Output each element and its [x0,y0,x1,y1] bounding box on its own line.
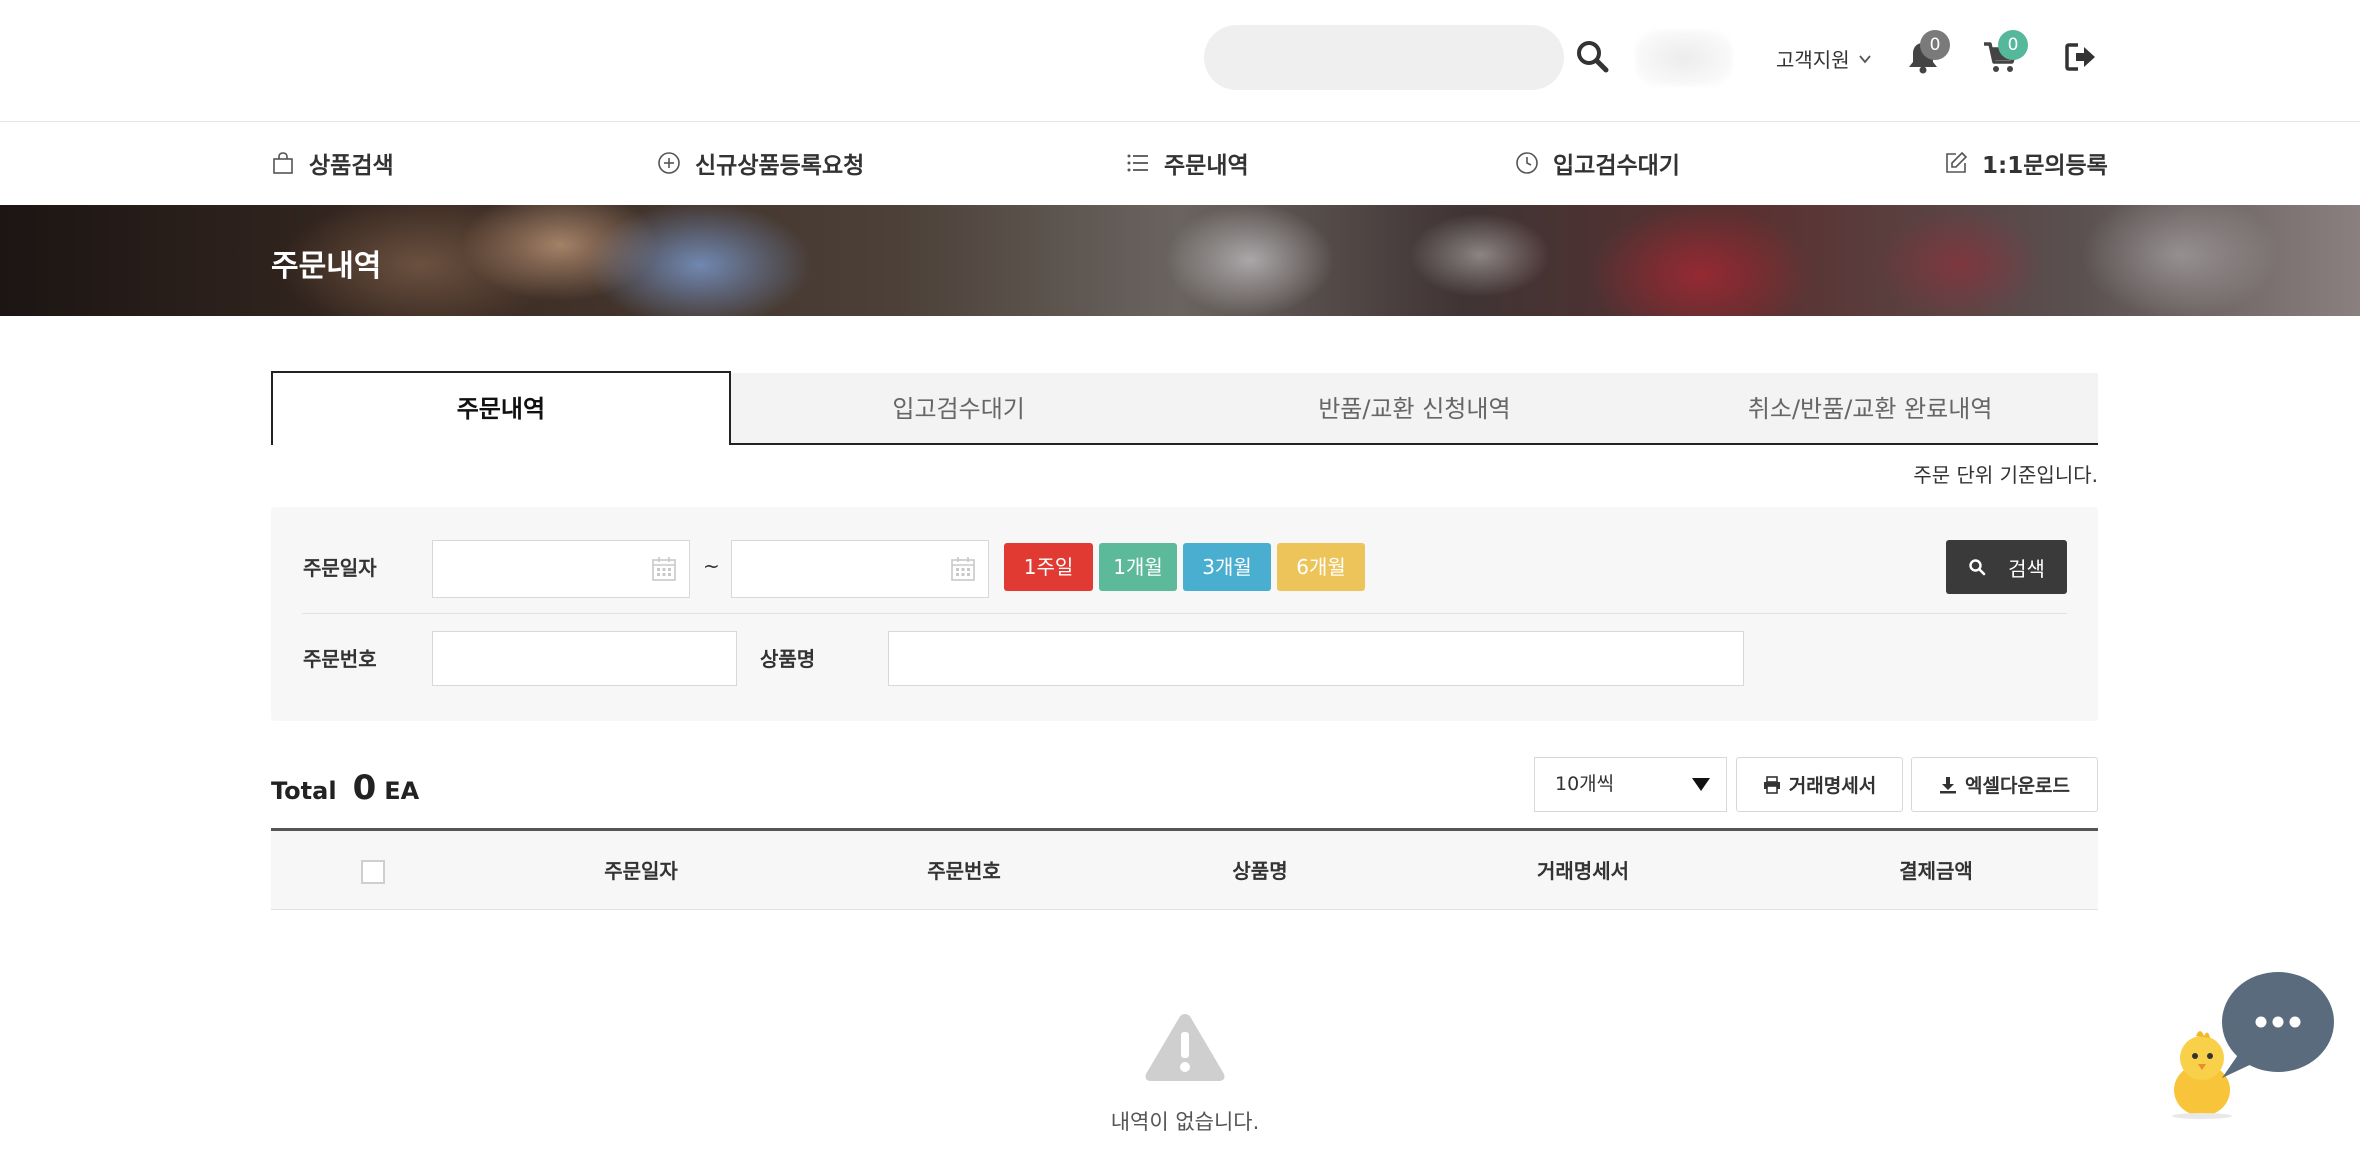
date-range-separator: ~ [703,554,720,578]
nav-label: 1:1문의등록 [1982,153,2108,179]
column-order-date: 주문일자 [604,859,678,883]
main-nav: 상품검색 신규상품등록요청 주문내역 입고검수대기 1:1문의등록 [0,122,2360,204]
edit-icon [1946,151,1968,173]
top-header: 고객지원 0 0 [0,0,2360,122]
nav-inspection-pending[interactable]: 입고검수대기 [1515,146,1680,180]
column-payment-amount: 결제금액 [1899,859,1973,883]
search-input[interactable] [1204,25,1564,90]
list-icon [1127,154,1148,172]
column-order-number: 주문번호 [927,859,1001,883]
nav-label: 상품검색 [309,153,394,179]
select-all-checkbox[interactable] [361,860,385,884]
order-number-label: 주문번호 [303,647,377,671]
plus-circle-icon [658,152,680,174]
total-unit: EA [384,777,420,805]
statement-print-button[interactable]: 거래명세서 [1736,757,1903,812]
total-count: 0 [352,768,377,808]
product-name-label: 상품명 [760,647,816,671]
column-statement: 거래명세서 [1537,859,1629,883]
calendar-icon[interactable] [950,556,976,582]
date-from-input[interactable] [432,540,690,598]
total-summary: Total 0 EA [271,768,419,808]
user-account-blurred[interactable] [1636,30,1732,86]
nav-product-search[interactable]: 상품검색 [271,146,394,180]
logout-icon[interactable] [2064,40,2098,74]
search-submit-button[interactable]: 검색 [1946,540,2067,594]
cart-count-badge: 0 [1998,30,2028,60]
calendar-icon[interactable] [651,556,677,582]
tab-order-history[interactable]: 주문내역 [271,371,731,445]
nav-new-product-request[interactable]: 신규상품등록요청 [657,146,864,180]
tab-cancel-return-complete[interactable]: 취소/반품/교환 완료내역 [1642,373,2098,443]
order-table-header: 주문일자 주문번호 상품명 거래명세서 결제금액 [271,828,2098,910]
clock-icon [1516,152,1538,174]
filter-divider [302,613,2067,614]
period-1-week-button[interactable]: 1주일 [1004,543,1093,591]
per-page-select[interactable]: 10개씩 [1534,757,1727,812]
shopping-bag-icon [273,152,293,174]
order-date-label: 주문일자 [303,556,377,580]
caret-down-icon [1692,778,1710,791]
period-3-month-button[interactable]: 3개월 [1183,543,1271,591]
date-to-input[interactable] [731,540,989,598]
warning-icon [1145,1014,1225,1081]
search-icon[interactable] [1574,38,1610,74]
empty-message: 내역이 없습니다. [1110,1110,1260,1134]
period-1-month-button[interactable]: 1개월 [1099,543,1177,591]
product-name-input[interactable] [888,631,1744,686]
total-label: Total [271,777,337,805]
printer-icon [1763,775,1780,794]
notification-count-badge: 0 [1920,30,1950,60]
order-number-input[interactable] [432,631,737,686]
nav-label: 입고검수대기 [1553,153,1680,179]
nav-label: 주문내역 [1164,153,1249,179]
per-page-selected-value: 10개씩 [1555,773,1615,795]
nav-label: 신규상품등록요청 [695,153,865,179]
chevron-down-icon [1858,54,1871,63]
customer-service-label: 고객지원 [1776,48,1850,72]
excel-button-label: 엑셀다운로드 [1965,775,2070,797]
nav-order-history[interactable]: 주문내역 [1126,146,1249,180]
period-6-month-button[interactable]: 6개월 [1277,543,1365,591]
page-title: 주문내역 [271,249,382,284]
tab-return-exchange-requests[interactable]: 반품/교환 신청내역 [1187,373,1643,443]
column-product-name: 상품명 [1232,859,1288,883]
excel-download-button[interactable]: 엑셀다운로드 [1911,757,2098,812]
nav-inquiry-register[interactable]: 1:1문의등록 [1944,146,2108,180]
statement-button-label: 거래명세서 [1788,775,1877,797]
page-banner: 주문내역 [0,205,2360,316]
download-icon [1940,776,1957,793]
order-tabs: 주문내역 입고검수대기 반품/교환 신청내역 취소/반품/교환 완료내역 [271,371,2098,445]
order-unit-notice: 주문 단위 기준입니다. [1913,463,2098,487]
tab-inspection-pending[interactable]: 입고검수대기 [731,373,1187,443]
chat-widget-icon[interactable] [2160,970,2340,1120]
search-filter-panel: 주문일자 ~ 1주일 1개월 3개월 6개월 검색 주문번호 상품명 [271,507,2098,721]
search-submit-label: 검색 [2008,556,2045,581]
customer-service-dropdown[interactable]: 고객지원 [1776,44,1872,73]
search-icon [1969,559,1986,576]
